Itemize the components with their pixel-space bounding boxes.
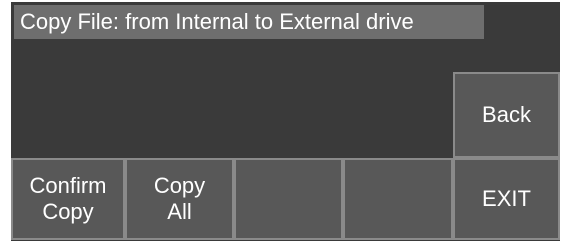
copy-all-button-label: Copy All xyxy=(154,173,205,225)
blank-softkey-4[interactable] xyxy=(343,158,453,240)
confirm-copy-button[interactable]: Confirm Copy xyxy=(11,158,125,240)
confirm-copy-label-line-2: Copy xyxy=(42,199,94,224)
exit-button[interactable]: EXIT xyxy=(453,158,560,240)
confirm-copy-button-label: Confirm Copy xyxy=(29,173,106,225)
exit-button-label: EXIT xyxy=(482,186,531,211)
title-bar: Copy File: from Internal to External dri… xyxy=(14,5,484,39)
copy-all-label-line-2: All xyxy=(167,199,192,224)
device-screen: Copy File: from Internal to External dri… xyxy=(11,2,560,241)
back-button-label: Back xyxy=(482,102,531,127)
copy-all-label-line-1: Copy xyxy=(153,173,206,198)
copy-all-button[interactable]: Copy All xyxy=(125,158,234,240)
confirm-copy-label-line-1: Confirm xyxy=(29,173,107,198)
blank-softkey-3[interactable] xyxy=(234,158,343,240)
back-button[interactable]: Back xyxy=(453,72,560,158)
